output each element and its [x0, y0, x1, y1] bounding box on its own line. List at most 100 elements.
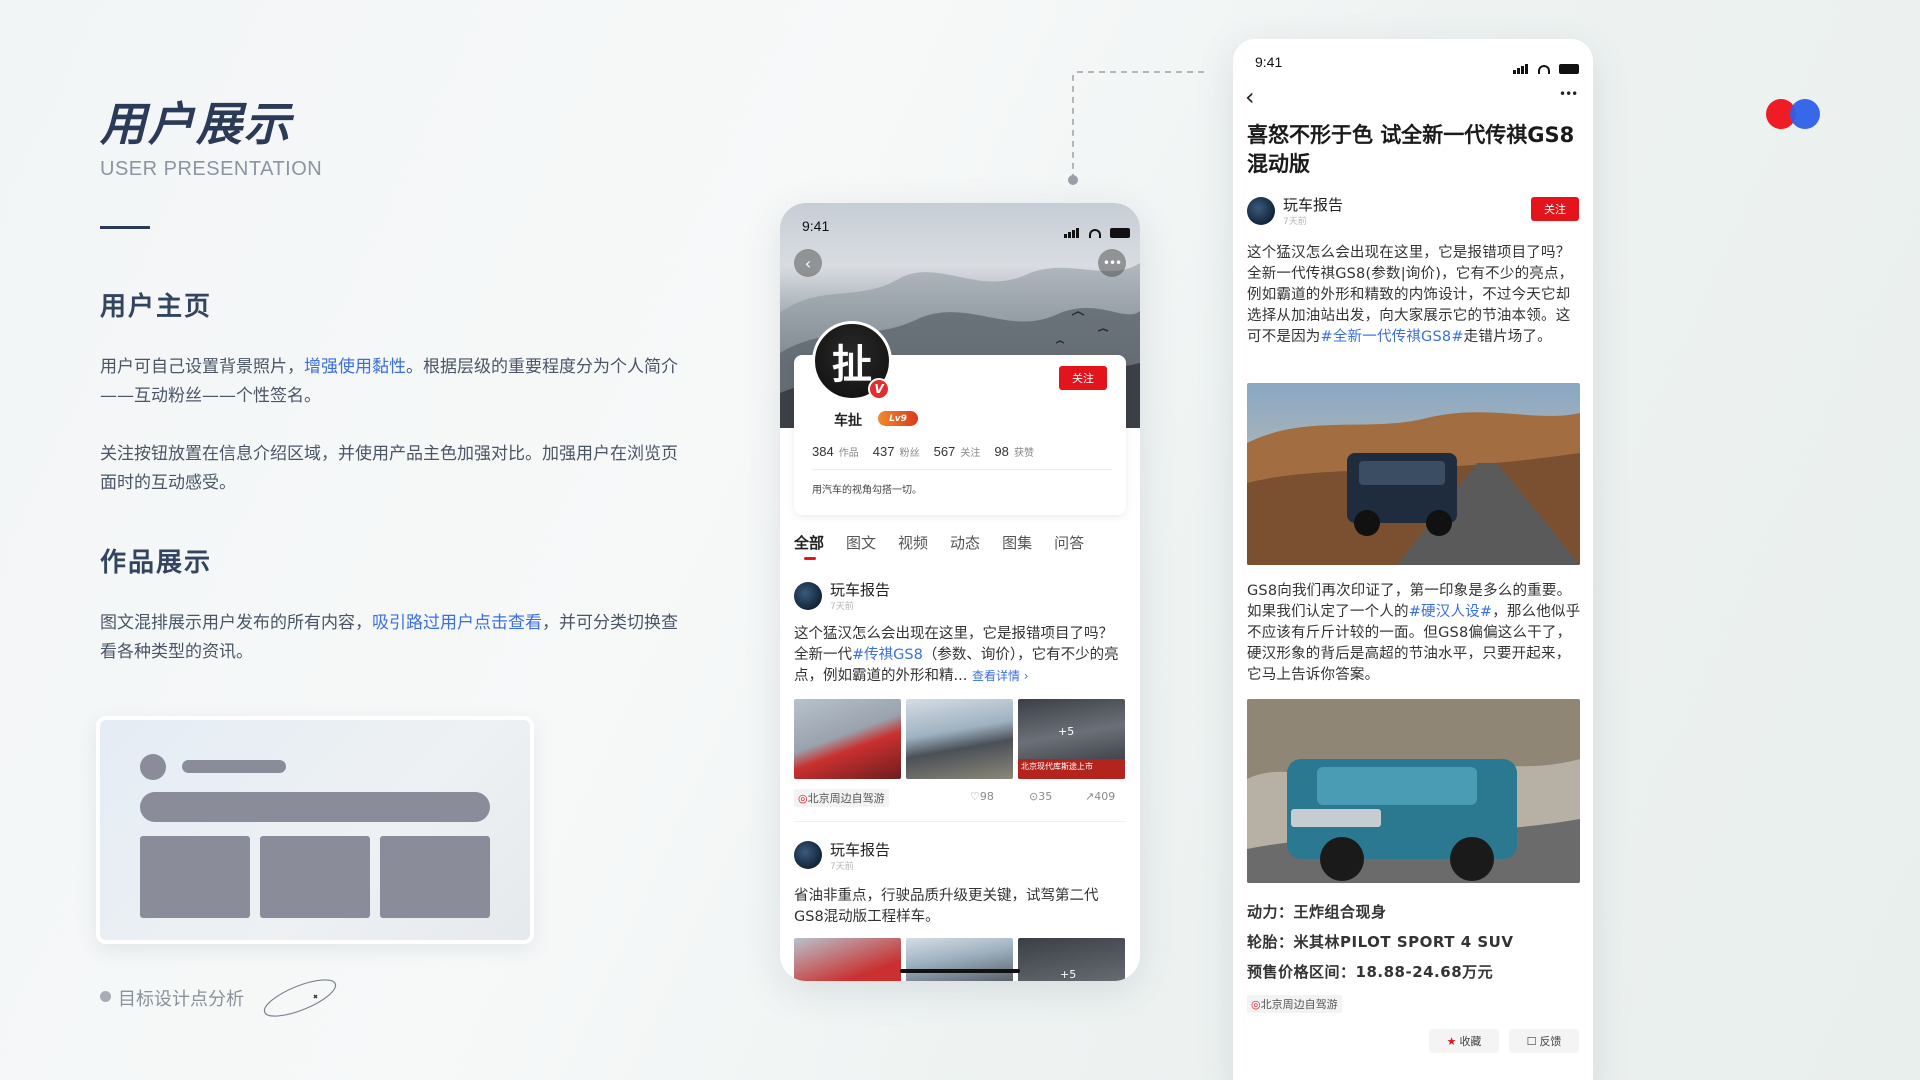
tab-moments[interactable]: 动态	[950, 532, 980, 553]
content-tabs: 全部 图文 视频 动态 图集 问答	[794, 532, 1084, 553]
heart-icon: ♡	[970, 790, 980, 803]
location-pin-icon: ◎	[798, 792, 808, 805]
article-image-1	[1247, 383, 1580, 565]
post-avatar[interactable]	[794, 582, 822, 610]
post-author[interactable]: 玩车报告	[830, 579, 890, 600]
view-details-link[interactable]: 查看详情 ›	[972, 669, 1029, 683]
image-count-badge-2: +5	[1060, 968, 1077, 981]
profile-phone: 9:41 ‹ ••• 扯 V 关注 车扯 Lv9 384 作品 437 粉丝 5…	[780, 203, 1140, 981]
orbit-icon	[263, 979, 337, 1017]
follow-button[interactable]: 关注	[1059, 366, 1107, 390]
post2-image-3[interactable]: +5	[1018, 938, 1125, 981]
share-button[interactable]: ↗409	[1085, 790, 1115, 803]
profile-username: 车扯	[834, 413, 862, 429]
section-homepage-para1: 用户可自己设置背景照片，增强使用黏性。根据层级的重要程度分为个人简介——互动粉丝…	[100, 357, 678, 406]
star-icon: ★	[1446, 1034, 1457, 1048]
collect-button[interactable]: ★ 收藏	[1429, 1029, 1499, 1053]
wireframe-text-bar	[140, 792, 490, 822]
post-time: 7天前	[830, 602, 854, 612]
stat-works[interactable]: 384 作品	[812, 441, 859, 460]
wireframe-avatar	[140, 754, 166, 780]
post2-image-2[interactable]	[906, 938, 1013, 981]
connector-line	[1068, 71, 1204, 185]
feedback-icon: ☐	[1526, 1034, 1537, 1048]
topic-link-1[interactable]: #全新一代传祺GS8#	[1321, 329, 1464, 345]
post2-image-1[interactable]	[794, 938, 901, 981]
location-pin-icon: ◎	[1251, 998, 1261, 1011]
wireframe-name-bar	[182, 760, 286, 773]
post-image-1[interactable]	[794, 699, 901, 779]
image-count-badge: +5	[1058, 725, 1075, 738]
status-time: 9:41	[802, 218, 830, 234]
post-avatar-2[interactable]	[794, 841, 822, 869]
article-title: 喜怒不形于色 试全新一代传祺GS8混动版	[1247, 123, 1575, 176]
back-button-2[interactable]: ‹	[1245, 83, 1255, 111]
wireframe-card	[96, 716, 534, 944]
profile-bio: 用汽车的视角勾搭一切。	[812, 485, 922, 496]
location-tag[interactable]: ◎北京周边自驾游	[794, 789, 889, 807]
section-title-works: 作品展示	[100, 548, 213, 578]
image-caption: 北京现代库斯途上市	[1018, 759, 1125, 779]
article-paragraph-2: GS8向我们再次印证了，第一印象是多么的重要。如果我们认定了一个人的#硬汉人设#…	[1247, 583, 1581, 683]
article-image-2	[1247, 699, 1580, 883]
status-icons-2	[1513, 55, 1580, 74]
stat-fans[interactable]: 437 粉丝	[873, 441, 920, 460]
article-phone: 9:41 ‹ ••• 喜怒不形于色 试全新一代传祺GS8混动版 玩车报告 7天前…	[1233, 39, 1593, 1080]
tab-article[interactable]: 图文	[846, 532, 876, 553]
verified-badge: V	[868, 378, 890, 400]
legend-label: 目标设计点分析	[118, 989, 244, 1010]
wireframe-image-2	[260, 836, 370, 918]
wireframe-image-1	[140, 836, 250, 918]
level-badge: Lv9	[878, 411, 918, 426]
tab-video[interactable]: 视频	[898, 532, 928, 553]
wireframe-image-3	[380, 836, 490, 918]
feedback-button[interactable]: ☐ 反馈	[1509, 1029, 1579, 1053]
comment-icon: ⊙	[1029, 790, 1039, 803]
topic-link-2[interactable]: #硬汉人设#	[1409, 604, 1493, 620]
stat-likes[interactable]: 98 获赞	[994, 441, 1034, 460]
brand-dot-blue	[1790, 99, 1820, 129]
profile-stats: 384 作品 437 粉丝 567 关注 98 获赞	[812, 441, 1034, 460]
article-paragraph-1: 这个猛汉怎么会出现在这里，它是报错项目了吗？全新一代传祺GS8(参数|询价)，它…	[1247, 245, 1574, 345]
status-time-2: 9:41	[1255, 54, 1283, 70]
post-author-2[interactable]: 玩车报告	[830, 839, 890, 860]
page-title: 用户展示	[100, 97, 292, 151]
back-button[interactable]: ‹	[794, 249, 822, 277]
chevron-left-icon: ‹	[1245, 83, 1255, 111]
spec-power: 动力：王炸组合现身	[1247, 903, 1387, 921]
post-image-3[interactable]: +5 北京现代库斯途上市	[1018, 699, 1125, 779]
more-button[interactable]: •••	[1098, 249, 1126, 277]
author-name[interactable]: 玩车报告	[1283, 194, 1343, 215]
post-text-2[interactable]: 省油非重点，行驶品质升级更关键，试驾第二代GS8混动版工程样车。	[794, 886, 1126, 928]
battery-icon	[1110, 228, 1131, 238]
tab-qa[interactable]: 问答	[1054, 532, 1084, 553]
ellipsis-icon: •••	[1102, 256, 1122, 270]
location-tag-2[interactable]: ◎北京周边自驾游	[1247, 995, 1342, 1013]
section-works-para1: 图文混排展示用户发布的所有内容，吸引路过用户点击查看，并可分类切换查看各种类型的…	[100, 613, 678, 662]
status-icons	[1064, 219, 1131, 238]
more-button-2[interactable]: •••	[1559, 87, 1578, 101]
wifi-icon	[1089, 229, 1102, 238]
like-button[interactable]: ♡98	[970, 790, 994, 803]
post-image-2[interactable]	[906, 699, 1013, 779]
tab-gallery[interactable]: 图集	[1002, 532, 1032, 553]
ellipsis-icon: •••	[1559, 87, 1578, 101]
post-text[interactable]: 这个猛汉怎么会出现在这里，它是报错项目了吗？全新一代#传祺GS8（参数、询价），…	[794, 624, 1126, 687]
follow-button-2[interactable]: 关注	[1531, 197, 1579, 221]
comment-button[interactable]: ⊙35	[1029, 790, 1052, 803]
card-divider	[812, 469, 1112, 470]
battery-icon	[1559, 64, 1580, 74]
spec-price: 预售价格区间：18.88-24.68万元	[1247, 963, 1494, 981]
page-subtitle: USER PRESENTATION	[100, 158, 323, 180]
section-title-homepage: 用户主页	[100, 292, 213, 322]
stat-following[interactable]: 567 关注	[934, 441, 981, 460]
author-avatar[interactable]	[1247, 197, 1275, 225]
tab-indicator	[804, 557, 816, 560]
post-time-2: 7天前	[830, 862, 854, 872]
post-divider	[794, 821, 1126, 822]
home-indicator	[900, 969, 1020, 973]
title-divider	[100, 226, 150, 229]
tab-all[interactable]: 全部	[794, 532, 824, 553]
legend-bullet	[100, 991, 111, 1002]
section-homepage-para2: 关注按钮放置在信息介绍区域，并使用产品主色加强对比。加强用户在浏览页面时的互动感…	[100, 444, 678, 493]
